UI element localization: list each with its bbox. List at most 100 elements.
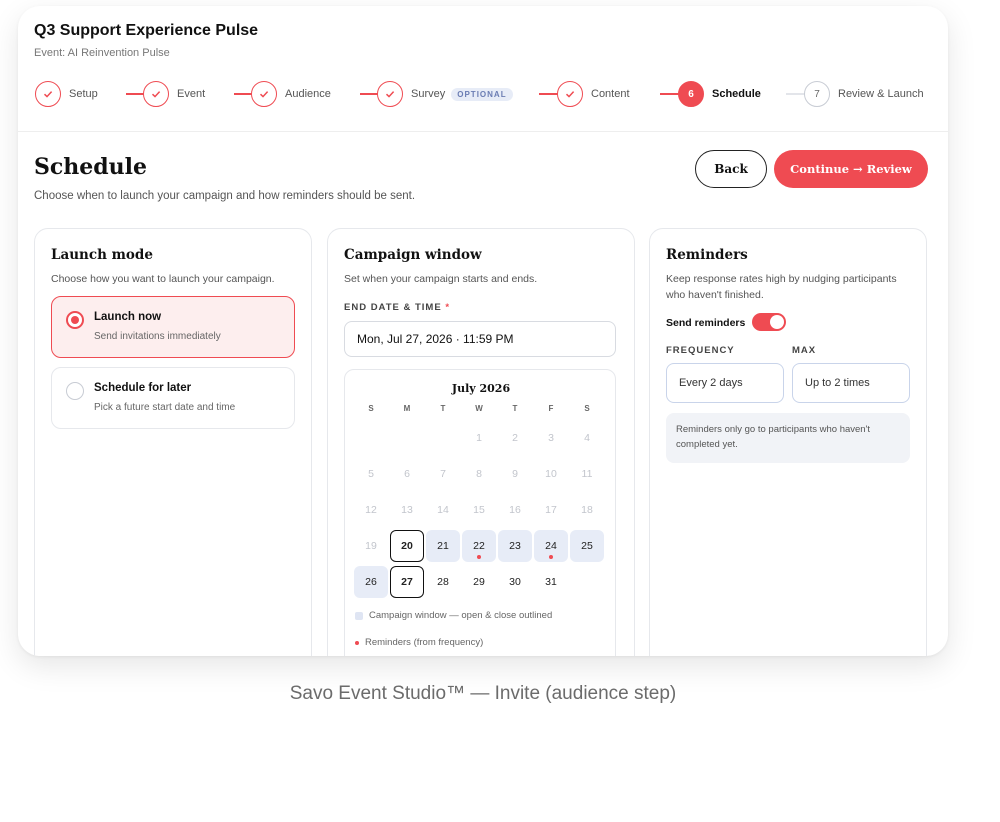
weekday-label: W — [475, 404, 483, 413]
reminders-info-note: Reminders only go to participants who ha… — [666, 413, 910, 463]
frequency-label: FREQUENCY — [666, 345, 735, 356]
weekday-label: S — [368, 404, 374, 413]
calendar-day-8: 8 — [476, 468, 482, 480]
calendar-day-9: 9 — [512, 468, 518, 480]
step-setup[interactable]: Setup — [35, 80, 98, 108]
option-subtitle: Pick a future start date and time — [94, 402, 236, 413]
reminders-panel: Reminders Keep response rates high by nu… — [649, 228, 927, 656]
calendar-day-12: 12 — [365, 504, 377, 516]
calendar-day-30[interactable]: 30 — [498, 566, 532, 598]
calendar-day-1: 1 — [476, 432, 482, 444]
calendar-day-16: 16 — [509, 504, 521, 516]
step-survey[interactable]: Survey OPTIONAL — [377, 80, 513, 108]
step-number: 7 — [804, 81, 830, 107]
page-title: Schedule — [34, 154, 148, 180]
calendar-day-15: 15 — [473, 504, 485, 516]
legend-window: Campaign window — open & close outlined — [355, 610, 552, 621]
schedule-card: Q3 Support Experience Pulse Event: AI Re… — [18, 6, 948, 656]
step-event[interactable]: Event — [143, 80, 205, 108]
option-title: Launch now — [94, 311, 162, 323]
check-icon — [251, 81, 277, 107]
calendar-day-29[interactable]: 29 — [462, 566, 496, 598]
calendar-day-5: 5 — [368, 468, 374, 480]
end-date-label: END DATE & TIME * — [344, 302, 450, 313]
calendar-day-26[interactable]: 26 — [354, 566, 388, 598]
end-date-input[interactable] — [344, 321, 616, 357]
calendar-day-18: 18 — [581, 504, 593, 516]
calendar-day-24[interactable]: 24 — [534, 530, 568, 562]
optional-badge: OPTIONAL — [451, 87, 513, 101]
calendar-day-19: 19 — [365, 540, 377, 552]
weekday-label: T — [512, 404, 518, 413]
back-button[interactable]: Back — [695, 150, 767, 188]
schedule-later-option[interactable]: Schedule for later Pick a future start d… — [51, 367, 295, 429]
step-review-launch[interactable]: 7 Review & Launch — [804, 80, 924, 108]
panel-subtitle: Choose how you want to launch your campa… — [51, 273, 275, 285]
step-audience[interactable]: Audience — [251, 80, 331, 108]
legend-reminders-text: Reminders (from frequency) — [365, 637, 484, 648]
subtitle-line: who haven't finished. — [666, 289, 764, 301]
step-label: Content — [591, 88, 630, 100]
calendar-day-23[interactable]: 23 — [498, 530, 532, 562]
project-title: Q3 Support Experience Pulse — [34, 22, 259, 39]
check-icon — [143, 81, 169, 107]
calendar-day-10: 10 — [545, 468, 557, 480]
calendar-day-31[interactable]: 31 — [534, 566, 568, 598]
step-label: Schedule — [712, 88, 761, 100]
step-number: 6 — [678, 81, 704, 107]
frequency-select[interactable]: Every 2 days — [666, 363, 784, 403]
calendar-day-22[interactable]: 22 — [462, 530, 496, 562]
max-select[interactable]: Up to 2 times — [792, 363, 910, 403]
calendar-day-2: 2 — [512, 432, 518, 444]
legend-reminders: Reminders (from frequency) — [355, 637, 483, 648]
calendar-day-6: 6 — [404, 468, 410, 480]
calendar-day-13: 13 — [401, 504, 413, 516]
reminder-dot-icon — [477, 555, 481, 559]
step-label: Event — [177, 88, 206, 100]
reminder-dot-icon — [355, 640, 359, 645]
step-label: Survey — [411, 88, 446, 100]
calendar-day-21[interactable]: 21 — [426, 530, 460, 562]
send-reminders-label: Send reminders — [666, 317, 746, 329]
calendar-day-20[interactable]: 20 — [390, 530, 424, 562]
send-reminders-toggle[interactable] — [752, 313, 786, 331]
note-line: completed yet. — [676, 439, 738, 450]
header: Q3 Support Experience Pulse Event: AI Re… — [18, 6, 948, 132]
note-line: Reminders only go to participants who ha… — [676, 424, 871, 435]
calendar-day-28[interactable]: 28 — [426, 566, 460, 598]
step-label: Setup — [69, 88, 98, 100]
calendar-day-17: 17 — [545, 504, 557, 516]
radio-unselected[interactable] — [66, 382, 84, 400]
weekday-label: F — [548, 404, 554, 413]
launch-mode-panel: Launch mode Choose how you want to launc… — [34, 228, 312, 656]
calendar-month: July 2026 — [451, 382, 511, 395]
panel-title: Campaign window — [344, 247, 482, 263]
step-content[interactable]: Content — [557, 80, 630, 108]
calendar-day-4: 4 — [584, 432, 590, 444]
stepper: Setup Event Audience Survey OPTIONAL Con… — [34, 80, 934, 108]
weekday-label: M — [403, 404, 411, 413]
weekday-label: T — [440, 404, 446, 413]
calendar-day-14: 14 — [437, 504, 449, 516]
panel-subtitle: Keep response rates high by nudging part… — [666, 271, 897, 303]
calendar: July 2026 S M T W T F S 1 2 3 4 5 6 7 8 9 10 11 12 13 14 15 16… — [344, 369, 616, 656]
caption: Savo Event Studio™ — Invite (audience st… — [289, 683, 677, 704]
step-schedule[interactable]: 6 Schedule — [678, 80, 761, 108]
check-icon — [557, 81, 583, 107]
calendar-day-3: 3 — [548, 432, 554, 444]
continue-review-button[interactable]: Continue → Review — [774, 150, 928, 188]
step-label: Audience — [285, 88, 331, 100]
option-subtitle: Send invitations immediately — [94, 331, 221, 342]
event-subtitle: Event: AI Reinvention Pulse — [34, 47, 170, 59]
campaign-window-panel: Campaign window Set when your campaign s… — [327, 228, 635, 656]
panel-subtitle: Set when your campaign starts and ends. — [344, 273, 538, 285]
calendar-day-27[interactable]: 27 — [390, 566, 424, 598]
legend-window-text: Campaign window — open & close outlined — [369, 610, 553, 621]
launch-now-option[interactable]: Launch now Send invitations immediately — [51, 296, 295, 358]
page-subtitle: Choose when to launch your campaign and … — [34, 190, 416, 202]
calendar-day-11: 11 — [581, 468, 593, 480]
reminder-dot-icon — [549, 555, 553, 559]
required-mark: * — [445, 302, 451, 313]
radio-selected[interactable] — [66, 311, 84, 329]
calendar-day-25[interactable]: 25 — [570, 530, 604, 562]
